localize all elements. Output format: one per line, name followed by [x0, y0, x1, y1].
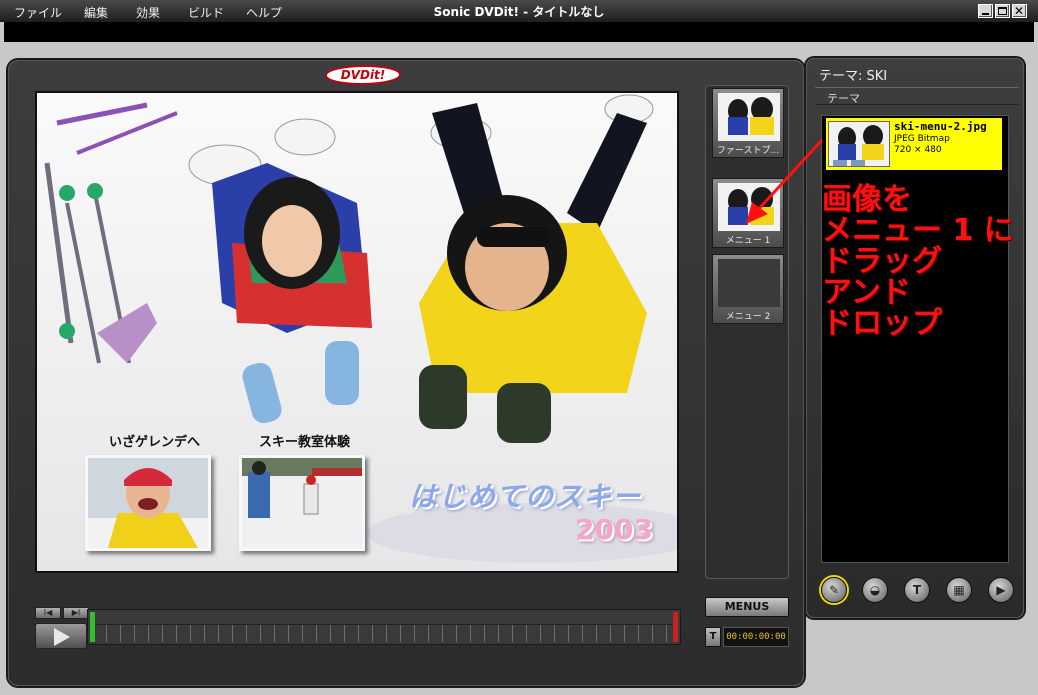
minimize-button[interactable]	[978, 4, 993, 18]
film-icon[interactable]: ▦	[946, 577, 972, 603]
timeline-end-marker[interactable]	[673, 612, 678, 642]
annotation-line-3: ドラッグ	[822, 244, 942, 279]
menu-year-text[interactable]: 2003	[575, 513, 653, 546]
theme-header: テーマ: SKI	[819, 69, 888, 84]
dvdit-logo: DVDit!	[322, 65, 404, 85]
annotation-line-5: ドロップ	[822, 306, 942, 341]
timeline-prev-button[interactable]: I◀	[35, 607, 61, 619]
annotation-line-1: 画像を	[822, 182, 912, 217]
window-title: Sonic DVDit! - タイトルなし	[433, 5, 605, 19]
play-glyph: ▶	[996, 583, 1006, 597]
toolbar-strip	[4, 22, 1034, 42]
timeline-play-button[interactable]	[35, 623, 87, 649]
maximize-button[interactable]	[995, 4, 1010, 18]
asset-size: 720 × 480	[894, 145, 942, 155]
annotation-line-4: アンド	[822, 275, 911, 310]
menu2-label: メニュー 2	[725, 312, 771, 322]
theme-category-bar[interactable]: テーマ	[815, 87, 1019, 105]
menu2-thumbnail	[718, 259, 780, 307]
brush-icon[interactable]: ✎	[821, 577, 847, 603]
thumb-image-1	[88, 458, 208, 548]
play-icon	[54, 628, 70, 646]
menu1-label: メニュー 1	[725, 236, 771, 246]
button-glyph: ◒	[869, 583, 881, 597]
asset-type: JPEG Bitmap	[894, 134, 950, 144]
thumb-label-2: スキー教室体験	[259, 435, 351, 450]
close-button[interactable]: ✕	[1012, 4, 1027, 18]
dvdit-window: ファイル 編集 効果 ビルド ヘルプ Sonic DVDit! - タイトルなし…	[0, 0, 1038, 695]
annotation-line-2: メニュー 1 に	[822, 213, 1014, 248]
title-bar: ファイル 編集 効果 ビルド ヘルプ Sonic DVDit! - タイトルなし…	[0, 0, 1038, 22]
timeline-prev-label: I◀	[43, 608, 53, 617]
firstplay-label: ファーストプ...	[716, 146, 780, 156]
menu-title-text[interactable]: はじめてのスキー	[409, 475, 641, 515]
timeline: I◀ ▶I	[35, 599, 685, 657]
asset-thumbnail	[828, 121, 890, 167]
timecode-display: 00:00:00:00	[723, 627, 789, 647]
instruction-annotation: 画像を メニュー 1 に ドラッグ アンド ドロップ	[822, 184, 1032, 339]
logo-text: DVDit!	[340, 68, 386, 82]
play-icon[interactable]: ▶	[988, 577, 1014, 603]
timeline-next-label: ▶I	[71, 608, 81, 617]
menu-thumb-button-1[interactable]	[85, 455, 211, 551]
thumb-label-1: いざゲレンデへ	[109, 435, 201, 450]
text-toggle-button[interactable]: T	[705, 627, 721, 647]
text-icon[interactable]: T	[904, 577, 930, 603]
timeline-start-marker[interactable]	[90, 612, 95, 642]
menu-list-item-menu1[interactable]: メニュー 1	[712, 178, 784, 248]
menu-list-panel: ファーストプ... メニュー 1 メニュー 2	[705, 85, 789, 579]
menu-preview[interactable]: いざゲレンデへ スキー教室体験 はじめてのスキー 2003	[35, 91, 679, 573]
firstplay-thumbnail	[718, 93, 780, 141]
timeline-track[interactable]	[87, 609, 681, 645]
menu-thumb-button-2[interactable]	[239, 455, 365, 551]
timeline-next-button[interactable]: ▶I	[63, 607, 89, 619]
timeline-ruler	[92, 624, 678, 642]
menus-button[interactable]: MENUS	[705, 597, 789, 617]
menu-list-item-firstplay[interactable]: ファーストプ...	[712, 88, 784, 158]
button-icon[interactable]: ◒	[862, 577, 888, 603]
brush-glyph: ✎	[828, 583, 840, 597]
theme-category-label: テーマ	[827, 92, 860, 105]
menu-list-item-menu2[interactable]: メニュー 2	[712, 254, 784, 324]
thumb-image-2	[242, 458, 362, 548]
text-glyph: T	[912, 583, 922, 597]
film-glyph: ▦	[953, 583, 965, 597]
theme-asset-item[interactable]: ski-menu-2.jpg JPEG Bitmap 720 × 480	[826, 118, 1002, 170]
asset-filename: ski-menu-2.jpg	[894, 120, 987, 133]
menu1-thumbnail	[718, 183, 780, 231]
main-panel: DVDit! いざゲレンデへ スキー教室体験 はじめてのスキー 2003 I◀ …	[8, 60, 804, 686]
